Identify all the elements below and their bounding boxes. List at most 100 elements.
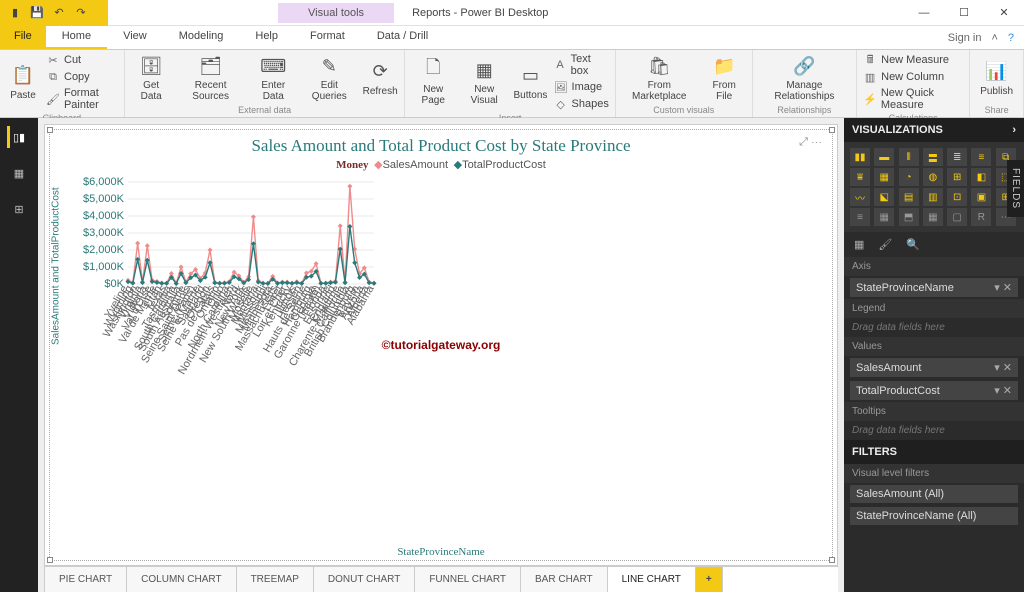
paste-button[interactable]: 📋Paste — [6, 62, 40, 103]
remove-icon[interactable]: ▾ ✕ — [994, 361, 1012, 374]
new-column-button[interactable]: ▥New Column — [863, 69, 963, 85]
viz-type-icon[interactable]: ≣ — [947, 148, 967, 166]
from-marketplace-button[interactable]: 🛍From Marketplace — [622, 52, 697, 104]
filters-panel-header[interactable]: FILTERS — [844, 440, 1024, 464]
watermark: ©tutorialgateway.org — [382, 338, 501, 352]
page-tab[interactable]: COLUMN CHART — [127, 567, 236, 592]
viz-type-icon[interactable]: ≡ — [850, 208, 870, 226]
save-icon[interactable]: 💾 — [30, 6, 44, 20]
viz-type-icon[interactable]: ▤ — [899, 188, 919, 206]
filter-pill[interactable]: SalesAmount (All) — [850, 485, 1018, 503]
viz-type-icon[interactable]: 〰 — [850, 188, 870, 206]
viz-type-icon[interactable]: ⊞ — [947, 168, 967, 186]
enter-data-button[interactable]: ⌨Enter Data — [250, 52, 297, 104]
format-tool-icon[interactable]: 🖌 — [878, 238, 892, 251]
viz-type-icon[interactable]: ▬ — [874, 148, 894, 166]
chart-plot: $0K$1,000K$2,000K$3,000K$4,000K$5,000K$6… — [80, 176, 380, 326]
buttons-button[interactable]: ▭Buttons — [513, 62, 547, 103]
minimize-button[interactable]: — — [904, 0, 944, 26]
viz-type-icon[interactable]: ⫴ — [899, 148, 919, 166]
remove-icon[interactable]: ▾ ✕ — [994, 384, 1012, 397]
viz-type-icon[interactable]: ≡ — [971, 148, 991, 166]
viz-type-icon[interactable]: ◍ — [923, 168, 943, 186]
refresh-button[interactable]: ⟳Refresh — [362, 58, 399, 99]
axis-field-pill[interactable]: StateProvinceName▾ ✕ — [850, 278, 1018, 297]
redo-icon[interactable]: ↷ — [74, 6, 88, 20]
menu-format[interactable]: Format — [294, 26, 361, 49]
group-share: Share — [976, 104, 1017, 115]
menu-modeling[interactable]: Modeling — [163, 26, 240, 49]
help-icon[interactable]: ? — [1008, 32, 1014, 44]
page-tab-active[interactable]: LINE CHART — [608, 567, 696, 592]
report-view-icon[interactable]: ▯▮ — [7, 126, 29, 148]
legend-drop-zone[interactable]: Drag data fields here — [844, 318, 1024, 337]
viz-type-icon[interactable]: 〓 — [923, 148, 943, 166]
chart-visual[interactable]: ⤢ ⋯ Sales Amount and Total Product Cost … — [49, 129, 833, 561]
viz-type-icon[interactable]: R — [971, 208, 991, 226]
publish-button[interactable]: 📊Publish — [976, 58, 1017, 99]
text-box-button[interactable]: AText box — [554, 52, 609, 78]
legend-section-label: Legend — [844, 299, 1024, 318]
add-page-button[interactable]: + — [696, 567, 723, 592]
cut-button[interactable]: ✂Cut — [46, 52, 118, 68]
manage-relationships-button[interactable]: 🔗Manage Relationships — [759, 52, 850, 104]
data-view-icon[interactable]: ▦ — [8, 162, 30, 184]
page-tab[interactable]: BAR CHART — [521, 567, 608, 592]
viz-type-icon[interactable]: ⊡ — [947, 188, 967, 206]
new-measure-button[interactable]: 🖩New Measure — [863, 52, 963, 68]
copy-button[interactable]: ⧉Copy — [46, 69, 118, 85]
title-bar: ▮ 💾 ↶ ↷ Visual tools Reports - Power BI … — [0, 0, 1024, 26]
from-file-button[interactable]: 📁From File — [703, 52, 746, 104]
report-canvas[interactable]: ⤢ ⋯ Sales Amount and Total Product Cost … — [44, 124, 838, 566]
remove-icon[interactable]: ▾ ✕ — [994, 281, 1012, 294]
viz-type-icon[interactable]: ▢ — [947, 208, 967, 226]
page-tab[interactable]: PIE CHART — [44, 567, 127, 592]
viz-type-icon[interactable]: ⬕ — [874, 188, 894, 206]
page-tab[interactable]: TREEMAP — [237, 567, 314, 592]
close-button[interactable]: ✕ — [984, 0, 1024, 26]
menu-data-drill[interactable]: Data / Drill — [361, 26, 444, 49]
page-tab[interactable]: FUNNEL CHART — [415, 567, 521, 592]
viz-type-icon[interactable]: ▥ — [923, 188, 943, 206]
undo-icon[interactable]: ↶ — [52, 6, 66, 20]
chevron-up-icon[interactable]: ˄ — [991, 32, 997, 44]
image-button[interactable]: 🖼Image — [554, 79, 609, 95]
menu-view[interactable]: View — [107, 26, 163, 49]
viz-type-icon[interactable]: ◧ — [971, 168, 991, 186]
get-data-button[interactable]: 🗄Get Data — [131, 52, 172, 104]
edit-queries-button[interactable]: ✎Edit Queries — [303, 52, 356, 104]
viz-type-icon[interactable]: ⩸ — [850, 168, 870, 186]
x-axis-label: StateProvinceName — [397, 546, 484, 558]
shapes-button[interactable]: ◇Shapes — [554, 96, 609, 112]
page-tab[interactable]: DONUT CHART — [314, 567, 415, 592]
focus-mode-icon[interactable]: ⤢ ⋯ — [799, 136, 822, 149]
value-field-pill[interactable]: SalesAmount▾ ✕ — [850, 358, 1018, 377]
tooltips-drop-zone[interactable]: Drag data fields here — [844, 421, 1024, 440]
visualizations-panel: VISUALIZATIONS› ▮▮▬⫴〓≣≡⧉⩸▦◔◍⊞◧⬚〰⬕▤▥⊡▣⊞≡▦… — [844, 118, 1024, 592]
viz-type-icon[interactable]: ▣ — [971, 188, 991, 206]
analytics-tool-icon[interactable]: 🔍 — [906, 238, 920, 251]
viz-type-icon[interactable]: ⬒ — [899, 208, 919, 226]
viz-type-icon[interactable]: ▦ — [874, 208, 894, 226]
viz-type-icon[interactable]: ▮▮ — [850, 148, 870, 166]
model-view-icon[interactable]: ⊞ — [8, 198, 30, 220]
format-painter-button[interactable]: 🖌Format Painter — [46, 86, 118, 112]
value-field-pill[interactable]: TotalProductCost▾ ✕ — [850, 381, 1018, 400]
fields-pane-tab[interactable]: FIELDS — [1007, 160, 1024, 217]
viz-type-icon[interactable]: ▦ — [874, 168, 894, 186]
menu-home[interactable]: Home — [46, 26, 107, 49]
fields-tool-icon[interactable]: ▦ — [854, 238, 864, 251]
left-nav-rail: ▯▮ ▦ ⊞ — [0, 118, 38, 592]
viz-type-icon[interactable]: ▦ — [923, 208, 943, 226]
maximize-button[interactable]: ☐ — [944, 0, 984, 26]
new-visual-button[interactable]: ▦New Visual — [461, 56, 507, 108]
file-menu[interactable]: File — [0, 26, 46, 49]
recent-sources-button[interactable]: 🗂Recent Sources — [178, 52, 244, 104]
menu-help[interactable]: Help — [239, 26, 294, 49]
new-quick-measure-button[interactable]: ⚡New Quick Measure — [863, 86, 963, 112]
filter-pill[interactable]: StateProvinceName (All) — [850, 507, 1018, 525]
sign-in-link[interactable]: Sign in — [948, 32, 982, 44]
viz-type-icon[interactable]: ◔ — [899, 168, 919, 186]
viz-panel-header[interactable]: VISUALIZATIONS› — [844, 118, 1024, 142]
new-page-button[interactable]: 🗋New Page — [411, 56, 455, 108]
